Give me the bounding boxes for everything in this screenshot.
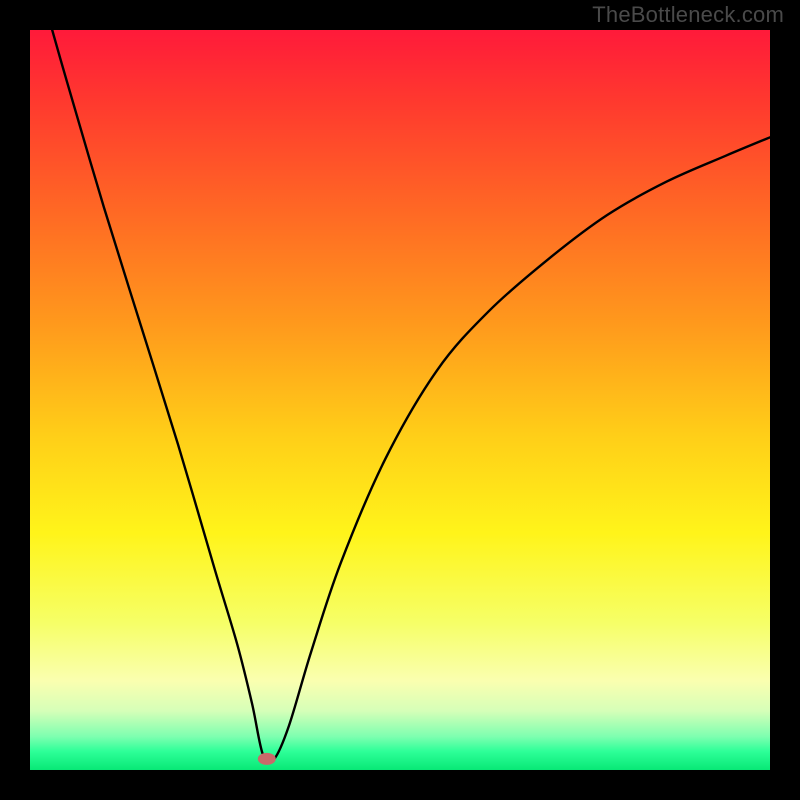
optimal-point-marker: [258, 753, 276, 765]
watermark-label: TheBottleneck.com: [592, 2, 784, 28]
chart-frame: TheBottleneck.com: [0, 0, 800, 800]
bottleneck-chart: [30, 30, 770, 770]
gradient-background: [30, 30, 770, 770]
plot-area: [30, 30, 770, 770]
